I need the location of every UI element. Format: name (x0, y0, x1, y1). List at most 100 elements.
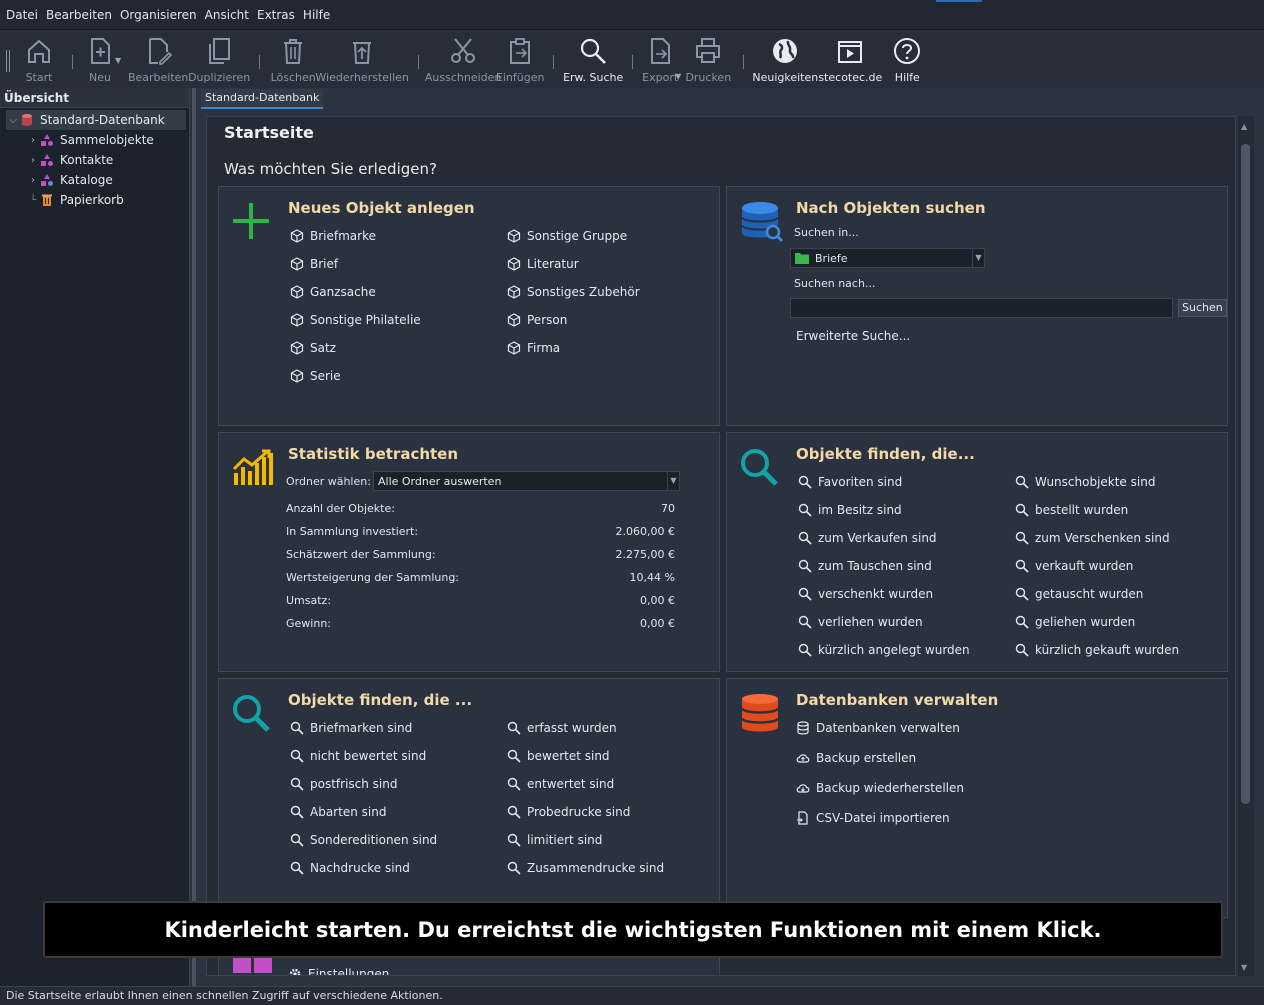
card-title: Objekte finden, die ... (288, 691, 473, 709)
find-objects-link[interactable]: postfrisch sind (290, 777, 398, 791)
find-objects-link[interactable]: verkauft wurden (1015, 559, 1133, 573)
delete-button[interactable]: Löschen (270, 30, 316, 84)
menu-bearbeiten[interactable]: Bearbeiten (46, 8, 112, 22)
find-objects-link[interactable]: bewertet sind (507, 749, 610, 763)
globe-icon (773, 39, 798, 63)
scrollbar-thumb[interactable] (1241, 144, 1250, 804)
page-title: Startseite (224, 123, 314, 142)
find-objects-link[interactable]: verschenkt wurden (798, 587, 933, 601)
find-objects-link[interactable]: Wunschobjekte sind (1015, 475, 1155, 489)
tree-item-contacts[interactable]: › Kontakte (0, 150, 189, 170)
cut-button[interactable]: Ausschneiden (425, 30, 501, 84)
menu-ansicht[interactable]: Ansicht (205, 8, 249, 22)
new-object-type-link[interactable]: Sonstige Gruppe (507, 229, 627, 243)
new-object-type-link[interactable]: Person (507, 313, 567, 327)
chevron-down-icon[interactable]: ⌵ (6, 115, 20, 126)
find-objects-link[interactable]: kürzlich gekauft wurden (1015, 643, 1179, 657)
chevron-right-icon[interactable]: › (26, 135, 40, 146)
website-button[interactable]: stecotec.de (816, 30, 884, 84)
tree-item-collectibles[interactable]: › Sammelobjekte (0, 130, 189, 150)
new-object-type-link[interactable]: Satz (290, 341, 336, 355)
find-objects-link[interactable]: nicht bewertet sind (290, 749, 426, 763)
advanced-search-button[interactable]: Erw. Suche (563, 30, 623, 84)
find-objects-link[interactable]: Briefmarken sind (290, 721, 412, 735)
scroll-up-icon[interactable]: ▲ (1241, 122, 1247, 131)
tree-item-standard-database[interactable]: ⌵ Standard-Datenbank (6, 110, 186, 130)
search-in-select[interactable]: Briefe ▼ (790, 248, 985, 268)
help-button[interactable]: Hilfe (884, 30, 930, 84)
find-objects-link[interactable]: Abarten sind (290, 805, 386, 819)
find-objects-link[interactable]: zum Verkaufen sind (798, 531, 937, 545)
chart-icon (232, 449, 273, 485)
chevron-down-icon[interactable]: ▼ (667, 472, 679, 490)
new-button[interactable]: Neu (83, 30, 117, 84)
new-object-type-link[interactable]: Sonstiges Zubehör (507, 285, 640, 299)
magnifier-small-icon (1015, 615, 1029, 629)
menu-organisieren[interactable]: Organisieren (120, 8, 197, 22)
find-objects-link[interactable]: limitiert sind (507, 833, 602, 847)
find-objects-link[interactable]: Nachdrucke sind (290, 861, 410, 875)
create-backup-link[interactable]: Backup erstellen (796, 751, 916, 765)
search-input[interactable] (790, 298, 1173, 318)
tab-standard-database[interactable]: Standard-Datenbank (201, 89, 324, 109)
magnifier-icon (233, 695, 270, 732)
find-objects-link[interactable]: Zusammendrucke sind (507, 861, 664, 875)
find-objects-link[interactable]: verliehen wurden (798, 615, 923, 629)
card-title: Datenbanken verwalten (796, 691, 999, 709)
caption-overlay: Kinderleicht starten. Du erreichtst die … (43, 901, 1223, 958)
settings-link[interactable]: Einstellungen (288, 967, 389, 975)
export-dropdown-icon[interactable]: ▼ (675, 72, 681, 81)
tree-item-trash[interactable]: └ Papierkorb (0, 190, 189, 210)
new-object-type-link[interactable]: Literatur (507, 257, 579, 271)
search-button[interactable]: Suchen (1178, 299, 1227, 317)
tree-item-catalogs[interactable]: › Kataloge (0, 170, 189, 190)
menu-hilfe[interactable]: Hilfe (303, 8, 330, 22)
import-csv-link[interactable]: CSV-Datei importieren (796, 811, 950, 825)
cube-icon (507, 257, 521, 271)
manage-databases-link[interactable]: Datenbanken verwalten (796, 721, 960, 735)
find-objects-link[interactable]: Probedrucke sind (507, 805, 630, 819)
new-object-type-link[interactable]: Firma (507, 341, 560, 355)
find-objects-link[interactable]: zum Verschenken sind (1015, 531, 1170, 545)
news-button[interactable]: Neuigkeiten (752, 30, 818, 84)
magnifier-small-icon (290, 805, 304, 819)
folder-select[interactable]: Alle Ordner auswerten ▼ (373, 471, 680, 491)
duplicate-button[interactable]: Duplizieren (188, 30, 250, 84)
chevron-down-icon[interactable]: ▼ (972, 249, 984, 267)
find-objects-link[interactable]: getauscht wurden (1015, 587, 1143, 601)
edit-button[interactable]: Bearbeiten (127, 30, 189, 84)
search-in-label: Suchen in... (794, 226, 859, 239)
trash-icon (42, 194, 52, 206)
print-button[interactable]: Drucken (683, 30, 733, 84)
scroll-down-icon[interactable]: ▼ (1241, 963, 1247, 972)
restore-button[interactable]: Wiederherstellen (315, 30, 409, 84)
find-objects-link[interactable]: geliehen wurden (1015, 615, 1135, 629)
vertical-scrollbar[interactable]: ▲ ▼ (1238, 116, 1254, 976)
find-objects-link[interactable]: Sondereditionen sind (290, 833, 437, 847)
new-object-type-link[interactable]: Brief (290, 257, 338, 271)
new-object-type-link[interactable]: Briefmarke (290, 229, 376, 243)
new-dropdown-icon[interactable]: ▼ (115, 56, 121, 65)
restore-backup-link[interactable]: Backup wiederherstellen (796, 781, 964, 795)
menu-datei[interactable]: Datei (6, 8, 38, 22)
find-objects-link[interactable]: zum Tauschen sind (798, 559, 932, 573)
chevron-right-icon[interactable]: › (26, 175, 40, 186)
find-objects-link[interactable]: entwertet sind (507, 777, 614, 791)
find-objects-link[interactable]: im Besitz sind (798, 503, 902, 517)
advanced-search-link[interactable]: Erweiterte Suche... (796, 329, 910, 343)
toolbar-grip[interactable] (6, 50, 10, 72)
find-objects-link[interactable]: bestellt wurden (1015, 503, 1128, 517)
new-object-type-link[interactable]: Sonstige Philatelie (290, 313, 421, 327)
export-button[interactable]: Export (642, 30, 678, 84)
menu-extras[interactable]: Extras (257, 8, 295, 22)
start-button[interactable]: Start (16, 30, 62, 84)
find-objects-link[interactable]: kürzlich angelegt wurden (798, 643, 970, 657)
chevron-right-icon[interactable]: › (26, 155, 40, 166)
new-object-type-link[interactable]: Serie (290, 369, 341, 383)
new-object-type-link[interactable]: Ganzsache (290, 285, 376, 299)
cube-icon (290, 229, 304, 243)
panel-splitter[interactable] (191, 88, 197, 986)
find-objects-link[interactable]: erfasst wurden (507, 721, 617, 735)
find-objects-link[interactable]: Favoriten sind (798, 475, 902, 489)
paste-button[interactable]: Einfügen (496, 30, 544, 84)
